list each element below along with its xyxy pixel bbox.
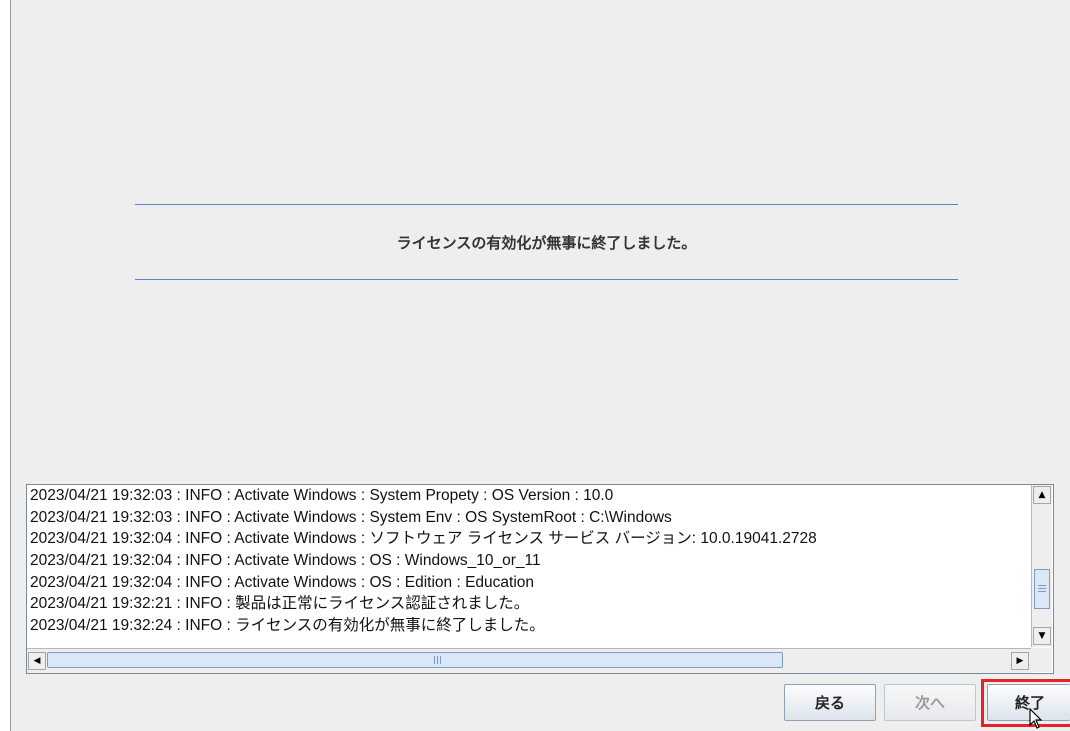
grip-line <box>440 656 441 664</box>
separator-bottom <box>135 279 958 280</box>
scroll-down-button[interactable]: ▼ <box>1033 627 1051 645</box>
vertical-scrollbar[interactable]: ▲ ▼ <box>1031 485 1052 647</box>
scroll-right-button[interactable]: ▶ <box>1011 652 1029 670</box>
log-line: 2023/04/21 19:32:24 : INFO : ライセンスの有効化が無… <box>30 617 545 635</box>
separator-top <box>135 204 958 205</box>
triangle-down-icon: ▼ <box>1038 631 1046 641</box>
horizontal-scrollbar[interactable]: ◀ ▶ <box>27 648 1031 673</box>
grip-line <box>1038 591 1046 592</box>
scroll-up-button[interactable]: ▲ <box>1033 486 1051 504</box>
log-line: 2023/04/21 19:32:04 : INFO : Activate Wi… <box>30 552 541 570</box>
scroll-corner <box>1031 648 1052 672</box>
log-line: 2023/04/21 19:32:03 : INFO : Activate Wi… <box>30 508 672 526</box>
log-line: 2023/04/21 19:32:04 : INFO : Activate Wi… <box>30 573 535 591</box>
triangle-up-icon: ▲ <box>1038 490 1046 500</box>
mouse-pointer-icon <box>1029 708 1043 729</box>
success-message: ライセンスの有効化が無事に終了しました。 <box>396 234 697 252</box>
back-button[interactable]: 戻る <box>784 684 876 721</box>
log-line: 2023/04/21 19:32:04 : INFO : Activate Wi… <box>30 530 817 548</box>
log-line: 2023/04/21 19:32:03 : INFO : Activate Wi… <box>30 487 614 504</box>
grip-line <box>434 656 435 664</box>
next-button[interactable]: 次へ <box>884 684 976 721</box>
triangle-right-icon: ▶ <box>1016 656 1024 666</box>
log-line: 2023/04/21 19:32:21 : INFO : 製品は正常にライセンス… <box>30 595 530 613</box>
horizontal-scroll-thumb[interactable] <box>47 652 783 668</box>
log-lines: 2023/04/21 19:32:03 : INFO : Activate Wi… <box>27 485 1031 647</box>
grip-line <box>1038 585 1046 586</box>
triangle-left-icon: ◀ <box>33 656 41 666</box>
scroll-left-button[interactable]: ◀ <box>28 652 46 670</box>
vertical-scroll-thumb[interactable] <box>1034 569 1050 609</box>
grip-line <box>1038 588 1046 589</box>
grip-line <box>437 656 438 664</box>
log-textarea[interactable]: 2023/04/21 19:32:03 : INFO : Activate Wi… <box>26 484 1054 674</box>
